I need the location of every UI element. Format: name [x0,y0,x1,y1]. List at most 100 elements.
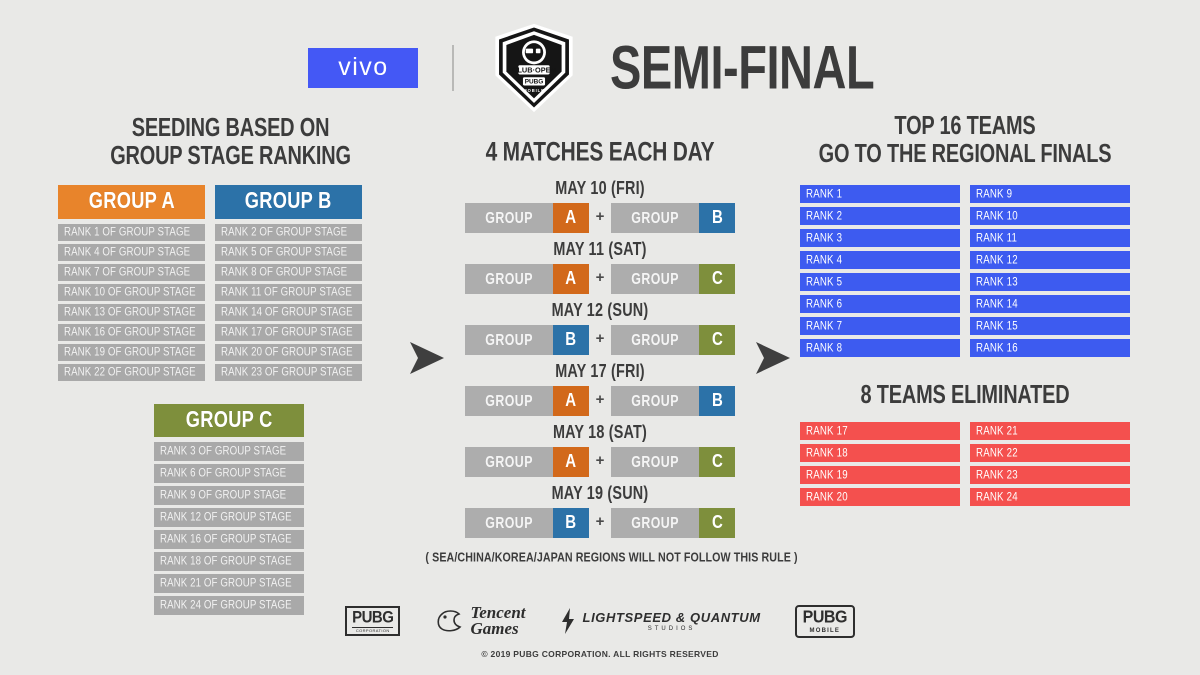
team-chip-right: GROUP C [611,446,736,477]
seeding-title: SEEDING BASED ON GROUP STAGE RANKING [67,113,395,170]
match-row: GROUP A + GROUP C [420,263,780,294]
match-day: MAY 10 (FRI) GROUP A + GROUP B [420,178,780,233]
rank-bar: RANK 17 [800,422,960,441]
svg-text:CLUB·OPEN: CLUB·OPEN [513,66,557,75]
group-a-label: GROUP A [88,189,175,215]
rank-bar: RANK 4 [800,251,960,270]
team-chip-left: GROUP A [464,202,589,233]
chip-group-word: GROUP [611,446,700,477]
group-c-label: GROUP C [185,407,273,433]
group-row: RANK 4 OF GROUP STAGE [58,244,205,262]
chip-group-word: GROUP [464,385,553,416]
team-chip-left: GROUP A [464,446,589,477]
qualified-title: TOP 16 TEAMS GO TO THE REGIONAL FINALS [808,112,1122,168]
group-a-rows: RANK 1 OF GROUP STAGE RANK 4 OF GROUP ST… [58,224,205,382]
eliminated-rank-col-right: RANK 21 RANK 22 RANK 23 RANK 24 [970,422,1130,507]
match-date: MAY 10 (FRI) [555,178,645,199]
chip-group-word: GROUP [464,324,553,355]
group-row: RANK 11 OF GROUP STAGE [215,284,362,302]
match-day: MAY 12 (SUN) GROUP B + GROUP C [420,300,780,355]
infographic-canvas: vivo CLUB·OPEN PUBG MOBILE SEMI-FINAL SE… [0,0,1200,675]
seeding-title-line1: SEEDING BASED ON [131,113,330,142]
team-chip-left: GROUP A [464,263,589,294]
rank-bar: RANK 8 [800,339,960,358]
group-row: RANK 16 OF GROUP STAGE [154,530,304,550]
plus-separator: + [595,208,605,226]
pubg-corp-subtext: CORPORATION [352,627,394,633]
schedule-title: 4 MATCHES EACH DAY [485,136,715,167]
rank-bar: RANK 24 [970,488,1130,507]
group-a-header: GROUP A [58,185,205,220]
team-chip-left: GROUP B [464,324,589,355]
chip-group-letter: A [552,202,589,233]
match-day: MAY 18 (SAT) GROUP A + GROUP C [420,422,780,477]
lsq-main-text: LIGHTSPEED & QUANTUM [582,609,761,625]
rank-bar: RANK 18 [800,444,960,463]
chip-group-letter: A [552,385,589,416]
rank-bar: RANK 14 [970,295,1130,314]
group-b-rows: RANK 2 OF GROUP STAGE RANK 5 OF GROUP ST… [215,224,362,382]
chip-group-word: GROUP [611,385,700,416]
seeding-title-line2: GROUP STAGE RANKING [110,141,351,170]
chip-group-letter: B [699,385,736,416]
plus-separator: + [595,452,605,470]
group-row: RANK 7 OF GROUP STAGE [58,264,205,282]
group-row: RANK 19 OF GROUP STAGE [58,344,205,362]
group-c-header: GROUP C [154,404,304,438]
group-block-c: GROUP C RANK 3 OF GROUP STAGE RANK 6 OF … [154,404,304,616]
rank-bar: RANK 23 [970,466,1130,485]
results-section: TOP 16 TEAMS GO TO THE REGIONAL FINALS R… [800,112,1130,507]
group-row: RANK 8 OF GROUP STAGE [215,264,362,282]
team-chip-right: GROUP C [611,263,736,294]
chip-group-word: GROUP [611,324,700,355]
group-row: RANK 6 OF GROUP STAGE [154,464,304,484]
footer-logos: PUBG CORPORATION Tencent Games LIGHTSPEE… [345,600,855,642]
rank-bar: RANK 10 [970,207,1130,226]
rank-bar: RANK 12 [970,251,1130,270]
group-row: RANK 18 OF GROUP STAGE [154,552,304,572]
header-divider [452,45,455,91]
tencent-penguin-icon [437,610,462,632]
group-row: RANK 16 OF GROUP STAGE [58,324,205,342]
team-chip-right: GROUP C [611,324,736,355]
chip-group-word: GROUP [464,202,553,233]
chip-group-letter: A [552,446,589,477]
chip-group-word: GROUP [464,507,553,538]
group-row: RANK 23 OF GROUP STAGE [215,364,362,382]
match-day: MAY 19 (SUN) GROUP B + GROUP C [420,483,780,538]
header: vivo CLUB·OPEN PUBG MOBILE SEMI-FINAL [0,23,1200,113]
chip-group-word: GROUP [611,263,700,294]
chip-group-letter: C [699,446,736,477]
group-row: RANK 14 OF GROUP STAGE [215,304,362,322]
group-row: RANK 22 OF GROUP STAGE [58,364,205,382]
chip-group-word: GROUP [611,507,700,538]
qualified-rank-col-left: RANK 1 RANK 2 RANK 3 RANK 4 RANK 5 RANK … [800,185,960,358]
group-block-a: GROUP A RANK 1 OF GROUP STAGE RANK 4 OF … [58,185,205,382]
rank-bar: RANK 3 [800,229,960,248]
copyright-text: © 2019 PUBG CORPORATION. ALL RIGHTS RESE… [481,649,719,659]
group-row: RANK 13 OF GROUP STAGE [58,304,205,322]
team-chip-right: GROUP B [611,385,736,416]
group-row: RANK 10 OF GROUP STAGE [58,284,205,302]
chip-group-letter: B [552,507,589,538]
lightspeed-quantum-logo: LIGHTSPEED & QUANTUM STUDIOS [560,607,761,635]
rank-bar: RANK 19 [800,466,960,485]
group-row: RANK 5 OF GROUP STAGE [215,244,362,262]
match-day: MAY 17 (FRI) GROUP A + GROUP B [420,361,780,416]
chip-group-letter: C [699,324,736,355]
eliminated-rank-grid: RANK 17 RANK 18 RANK 19 RANK 20 RANK 21 … [800,422,1130,507]
chip-group-word: GROUP [611,202,700,233]
rank-bar: RANK 21 [970,422,1130,441]
seeding-section: SEEDING BASED ON GROUP STAGE RANKING GRO… [58,114,403,616]
chip-group-letter: C [699,263,736,294]
group-row: RANK 20 OF GROUP STAGE [215,344,362,362]
team-chip-right: GROUP B [611,202,736,233]
vivo-sponsor-logo: vivo [308,48,419,88]
tencent-games-logo: Tencent Games [434,604,526,637]
chip-group-letter: B [699,202,736,233]
team-chip-right: GROUP C [611,507,736,538]
rank-bar: RANK 16 [970,339,1130,358]
plus-separator: + [595,513,605,531]
schedule-section: 4 MATCHES EACH DAY MAY 10 (FRI) GROUP A … [420,136,797,565]
pubgm-wordmark: PUBG [802,607,848,627]
